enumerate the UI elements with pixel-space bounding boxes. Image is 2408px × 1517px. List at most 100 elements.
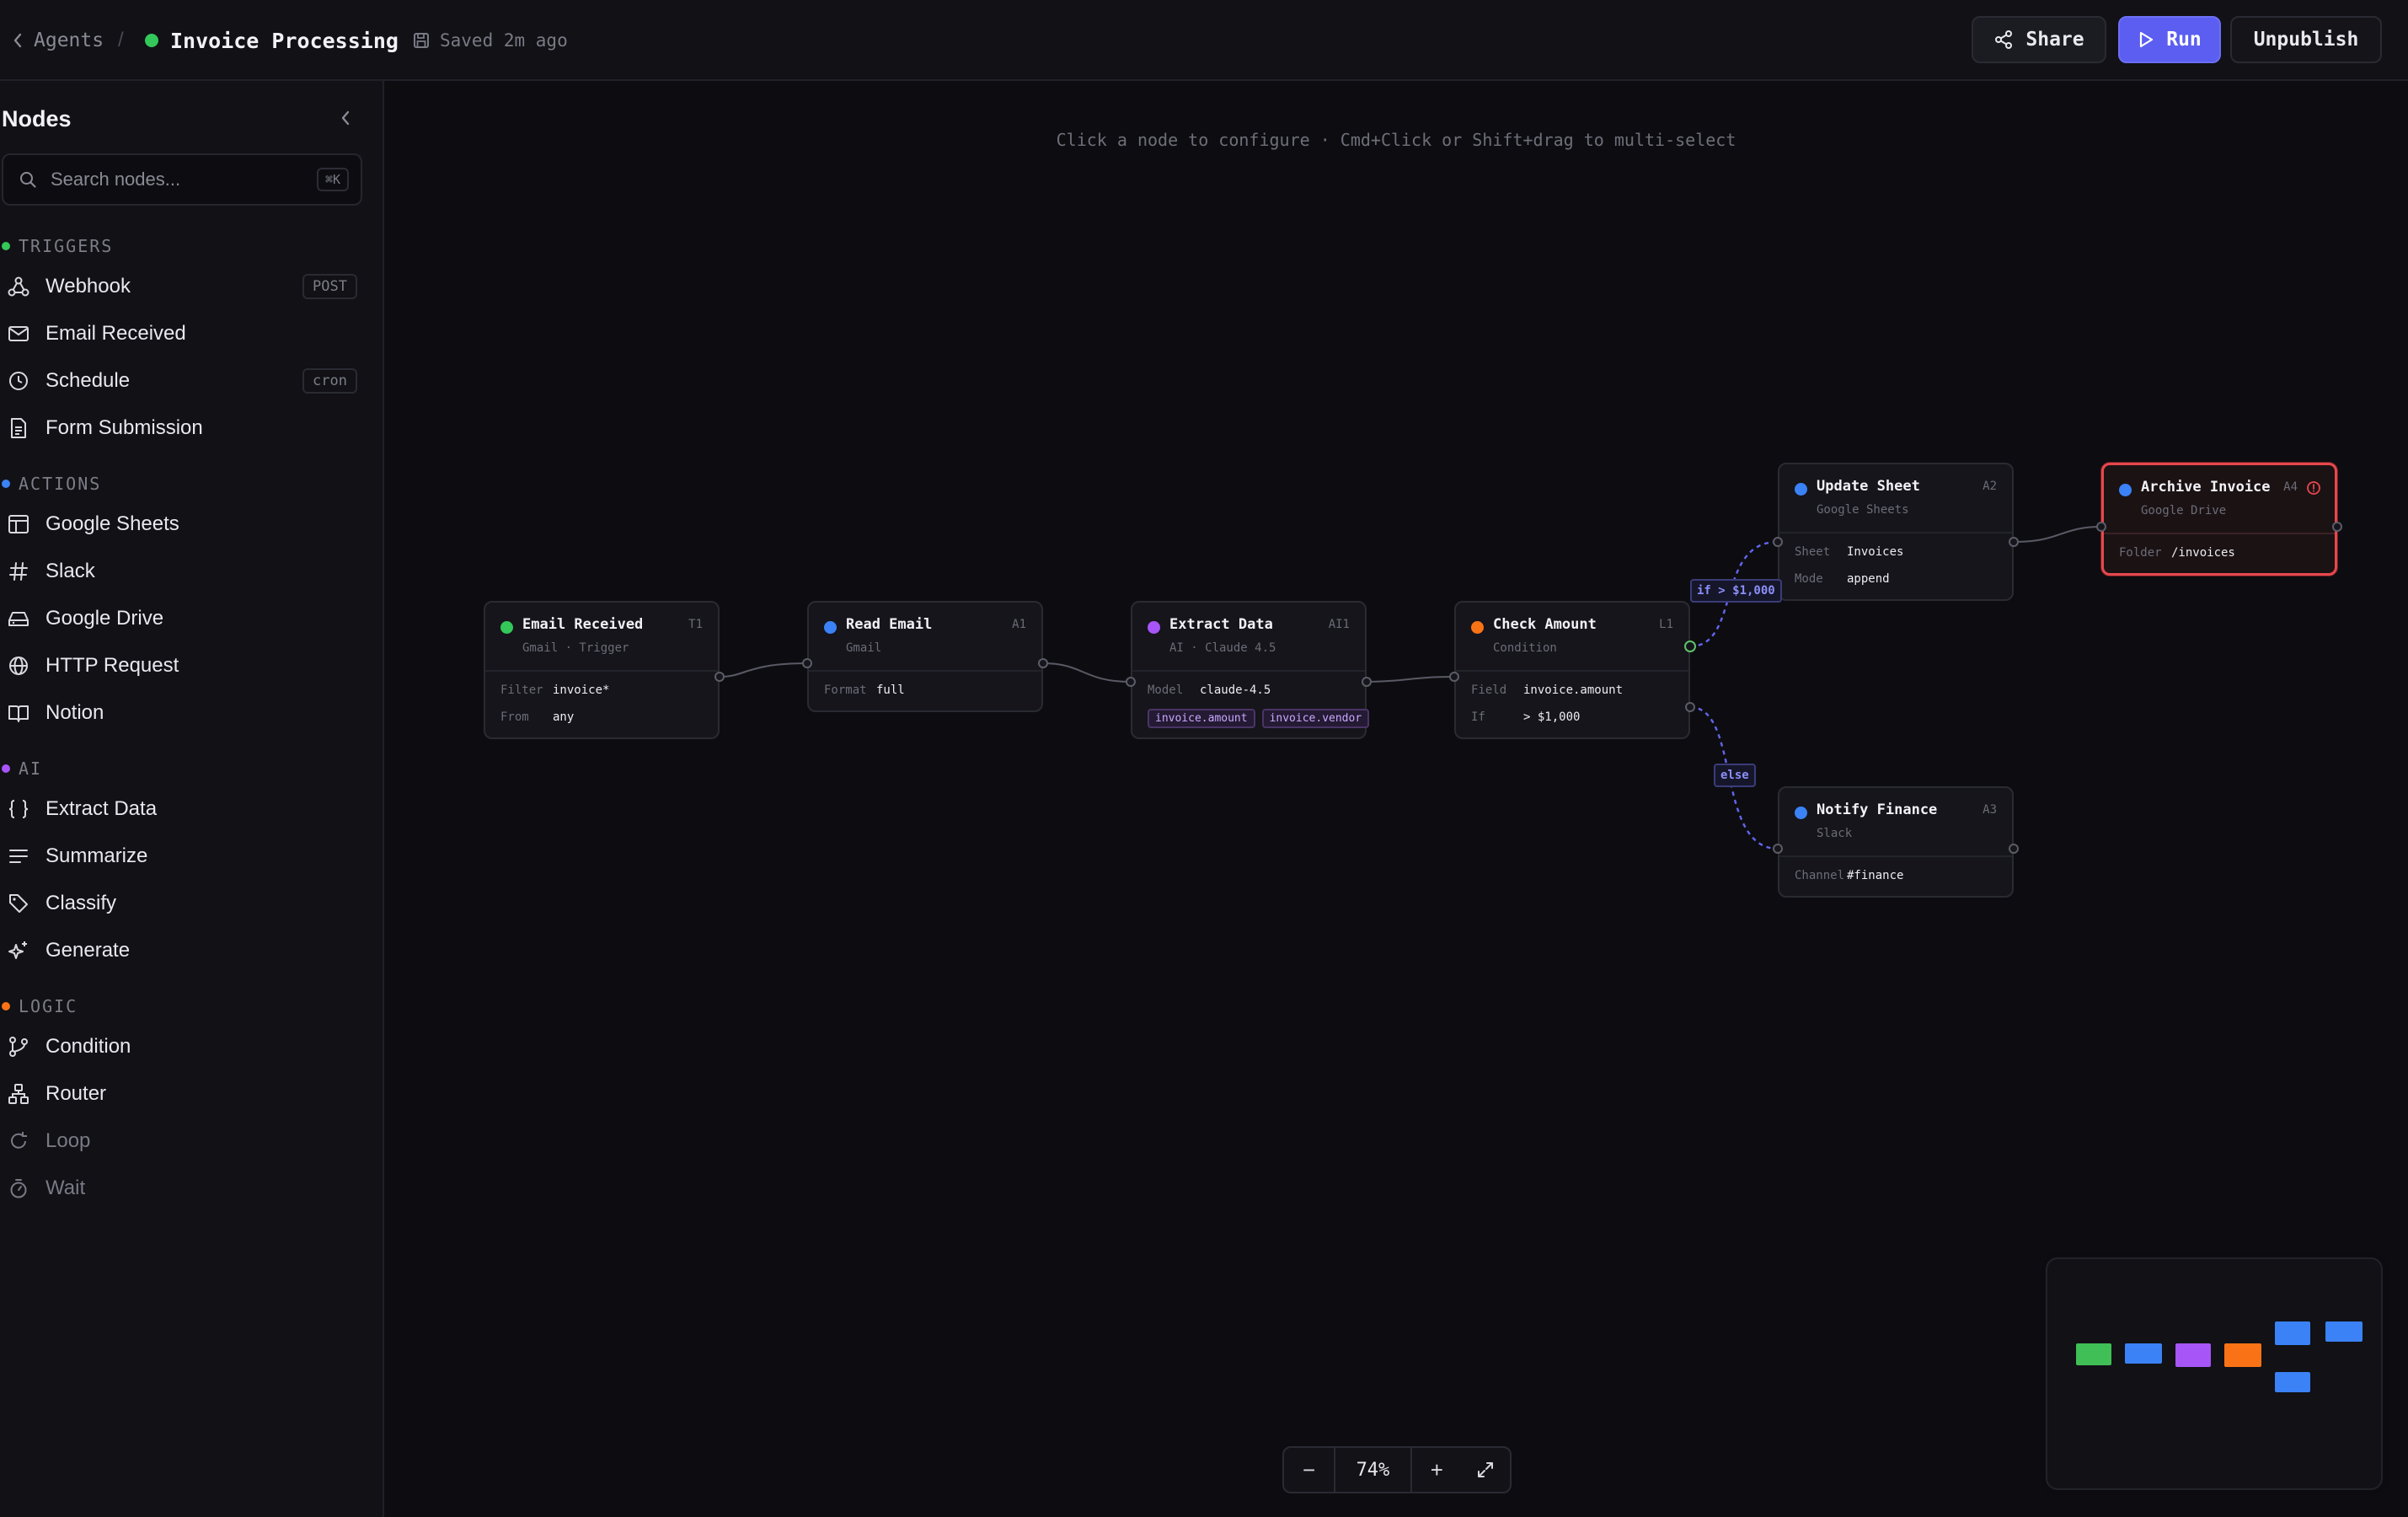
input-port[interactable] [1449,672,1459,682]
node-notify-finance[interactable]: Notify Finance Slack A3 Channel #finance [1778,786,2014,898]
workflow-canvas[interactable]: Click a node to configure · Cmd+Click or… [384,81,2408,1517]
sidebar-item-label: Extract Data [45,797,158,820]
sidebar-item-label: Wait [45,1177,86,1199]
node-read-email[interactable]: Read Email Gmail A1 Format full [807,601,1043,712]
breadcrumb-title: Invoice Processing [145,0,399,81]
true-output-port[interactable] [1684,641,1696,652]
node-id: A3 [1983,803,1997,817]
node-title: Check Amount [1493,616,1597,633]
output-port[interactable] [2009,537,2019,547]
sidebar-item-webhook[interactable]: Webhook POST [7,265,361,308]
sidebar-item-schedule[interactable]: Schedule cron [7,360,361,402]
agent-title: Invoice Processing [170,28,399,53]
edge-update-to-archive [2013,526,2102,543]
search-input[interactable] [49,168,305,191]
zoom-in-button[interactable]: + [1410,1448,1462,1492]
zoom-level-display[interactable]: 74% [1334,1448,1410,1492]
node-archive-invoice[interactable]: Archive Invoice Google Drive A4 Folder/i… [2101,463,2337,576]
field-value: full [876,683,905,697]
collapse-sidebar-button[interactable] [334,106,357,130]
sidebar-item-condition[interactable]: Condition [7,1026,361,1068]
input-port[interactable] [802,658,812,668]
share-label: Share [2025,29,2084,51]
share-button[interactable]: Share [1972,16,2106,63]
error-alert-icon[interactable] [2306,480,2321,496]
input-port[interactable] [1126,677,1136,687]
input-port[interactable] [1773,537,1783,547]
fit-view-button[interactable] [1462,1448,1510,1492]
node-check-amount[interactable]: Check Amount Condition L1 Field invoice.a… [1454,601,1690,739]
tag-icon [7,892,30,915]
sidebar-item-generate[interactable]: Generate [7,930,361,972]
sidebar-item-summarize[interactable]: Summarize [7,835,361,877]
section-label: ACTIONS [19,474,102,494]
sidebar-item-label: HTTP Request [45,654,179,677]
sidebar-item-google-sheets[interactable]: Google Sheets [7,503,361,545]
minimap[interactable] [2046,1257,2383,1490]
node-email-received[interactable]: Email Received Gmail · Trigger T1 Filter… [484,601,720,739]
input-port[interactable] [2096,522,2106,532]
top-bar: Agents / Invoice Processing Saved 2m ago… [0,0,2408,81]
minimap-node-read-email [2125,1343,2162,1364]
sidebar-item-email-received[interactable]: Email Received [7,313,361,355]
node-subtitle: Google Drive [2141,504,2227,517]
run-button[interactable]: Run [2118,16,2221,63]
nodes-sidebar: Nodes ⌘K TRIGGERS Webhook POST Email Rec… [0,81,384,1517]
edge-label-else[interactable]: else [1714,764,1756,787]
cron-badge: cron [302,368,357,394]
edge-email-to-read [719,662,808,678]
edge-label-if[interactable]: if > $1,000 [1690,579,1782,603]
output-port[interactable] [1362,677,1372,687]
search-icon [20,172,36,188]
sidebar-item-extract-data[interactable]: Extract Data [7,788,361,830]
field-key: Sheet [1795,545,1831,559]
clock-icon [7,369,30,393]
field-value: #finance [1847,869,1904,882]
loop-icon [7,1129,30,1153]
sidebar-item-label: Generate [45,939,131,962]
output-port[interactable] [1038,658,1048,668]
sidebar-item-slack[interactable]: Slack [7,550,361,592]
search-shortcut-hint: ⌘K [316,168,349,191]
sidebar-item-label: Router [45,1082,107,1105]
output-port[interactable] [2009,844,2019,854]
field-value: Invoices [1847,545,1904,559]
field-key: Mode [1795,572,1823,586]
action-color-dot [2119,484,2132,496]
sidebar-item-router[interactable]: Router [7,1073,361,1115]
output-port[interactable] [714,672,725,682]
unpublish-button[interactable]: Unpublish [2230,16,2382,63]
section-triggers-header: TRIGGERS [2,236,113,256]
sidebar-item-classify[interactable]: Classify [7,882,361,925]
node-subtitle: Gmail · Trigger [522,641,629,655]
git-branch-icon [7,1035,30,1059]
field-key: Format [824,683,867,697]
minimap-node-check-amount [2224,1343,2261,1367]
sidebar-item-http-request[interactable]: HTTP Request [7,645,361,687]
zoom-out-button[interactable]: − [1284,1448,1334,1492]
node-subtitle: AI · Claude 4.5 [1169,641,1276,655]
sidebar-item-notion[interactable]: Notion [7,692,361,734]
sidebar-item-form-submission[interactable]: Form Submission [7,407,361,449]
node-extract-data[interactable]: Extract Data AI · Claude 4.5 AI1 Model cl… [1131,601,1370,739]
sparkles-icon [7,939,30,962]
sidebar-item-google-drive[interactable]: Google Drive [7,598,361,640]
sidebar-item-label: Form Submission [45,416,203,439]
false-output-port[interactable] [1685,702,1695,712]
back-label: Agents [34,29,104,51]
minimap-node-notify-finance [2275,1372,2310,1392]
router-icon [7,1082,30,1106]
sidebar-item-loop[interactable]: Loop [7,1120,361,1162]
sidebar-item-label: Email Received [45,322,186,345]
node-field-row: If > $1,000 [1471,704,1673,731]
chevron-left-icon [341,110,350,126]
node-field-row: Folder/invoices [2119,539,2320,566]
back-to-agents-link[interactable]: Agents [12,0,104,81]
node-update-sheet[interactable]: Update Sheet Google Sheets A2 Sheet Invoi… [1778,463,2014,601]
node-id: AI1 [1328,618,1350,631]
input-port[interactable] [1773,844,1783,854]
maximize-icon [1478,1462,1494,1477]
output-port[interactable] [2332,522,2342,532]
node-search[interactable]: ⌘K [2,153,362,206]
sidebar-item-wait[interactable]: Wait [7,1167,361,1209]
